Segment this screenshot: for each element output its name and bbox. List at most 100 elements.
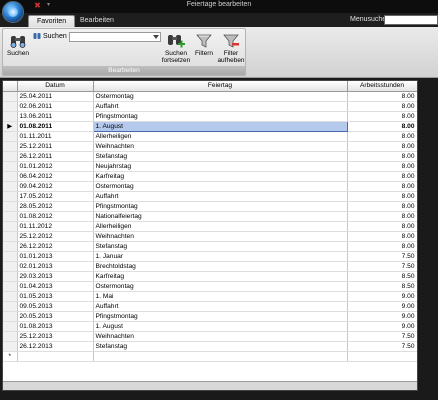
cell-arbeitsstunden[interactable]: 8.50: [347, 281, 417, 292]
table-row[interactable]: 01.11.2012 Allerheiligen 8.00: [3, 221, 417, 232]
suchen-button[interactable]: Suchen: [5, 33, 31, 57]
row-selector[interactable]: [3, 331, 18, 342]
table-row[interactable]: 02.06.2011 Auffahrt 8.00: [3, 101, 417, 112]
row-selector[interactable]: [3, 171, 18, 182]
cell-datum[interactable]: 01.11.2011: [17, 131, 94, 142]
new-row[interactable]: *: [3, 351, 417, 362]
table-row[interactable]: 01.11.2011 Allerheiligen 8.00: [3, 131, 417, 142]
close-icon[interactable]: ✖: [33, 1, 42, 10]
cell-feiertag[interactable]: Stefanstag: [93, 241, 348, 252]
table-row[interactable]: 01.05.2013 1. Mai 9.00: [3, 291, 417, 302]
cell-feiertag[interactable]: Karfreitag: [93, 171, 348, 182]
row-selector[interactable]: [3, 301, 18, 312]
table-row[interactable]: 02.01.2013 Brechtoldstag 7.50: [3, 261, 417, 272]
cell-feiertag[interactable]: Stefanstag: [93, 151, 348, 162]
cell-datum[interactable]: 20.05.2013: [17, 311, 94, 322]
cell-feiertag[interactable]: Karfreitag: [93, 271, 348, 282]
row-selector[interactable]: [3, 201, 18, 212]
table-row[interactable]: 25.12.2013 Weihnachten 7.50: [3, 331, 417, 342]
row-selector[interactable]: [3, 271, 18, 282]
row-selector[interactable]: [3, 101, 18, 112]
cell-datum[interactable]: 13.06.2011: [17, 111, 94, 122]
cell-datum[interactable]: 25.04.2011: [17, 91, 94, 102]
table-row[interactable]: 01.01.2013 1. Januar 7.50: [3, 251, 417, 262]
cell-feiertag[interactable]: Allerheiligen: [93, 131, 348, 142]
cell-arbeitsstunden[interactable]: 8.00: [347, 111, 417, 122]
table-row[interactable]: ▶ 01.08.2011 1. August 8.00: [3, 120, 417, 132]
cell-feiertag[interactable]: Pfingstmontag: [93, 201, 348, 212]
tab-bearbeiten[interactable]: Bearbeiten: [72, 15, 122, 27]
cell-arbeitsstunden[interactable]: 8.00: [347, 101, 417, 112]
table-row[interactable]: 01.08.2013 1. August 9.00: [3, 321, 417, 332]
cell-datum[interactable]: 25.12.2011: [17, 141, 94, 152]
cell-datum[interactable]: 06.04.2012: [17, 171, 94, 182]
row-selector[interactable]: [3, 321, 18, 332]
cell-arbeitsstunden[interactable]: 9.00: [347, 291, 417, 302]
new-row-cell[interactable]: [17, 351, 94, 362]
table-row[interactable]: 29.03.2013 Karfreitag 8.50: [3, 271, 417, 282]
cell-feiertag[interactable]: Auffahrt: [93, 191, 348, 202]
menusuche-input[interactable]: [384, 15, 438, 25]
row-selector[interactable]: [3, 251, 18, 262]
filtern-button[interactable]: Filtern: [192, 33, 216, 57]
suchen-fortsetzen-button[interactable]: Suchen fortsetzen: [161, 33, 191, 64]
cell-datum[interactable]: 01.04.2013: [17, 281, 94, 292]
cell-feiertag[interactable]: Ostermontag: [93, 181, 348, 192]
cell-feiertag[interactable]: Auffahrt: [93, 101, 348, 112]
table-row[interactable]: 01.08.2012 Nationalfeiertag 8.00: [3, 211, 417, 222]
table-row[interactable]: 26.12.2013 Stefanstag 7.50: [3, 341, 417, 352]
cell-arbeitsstunden[interactable]: 8.00: [347, 131, 417, 142]
cell-arbeitsstunden[interactable]: 8.00: [347, 241, 417, 252]
table-row[interactable]: 28.05.2012 Pfingstmontag 8.00: [3, 201, 417, 212]
cell-feiertag[interactable]: Allerheiligen: [93, 221, 348, 232]
cell-feiertag[interactable]: Weihnachten: [93, 331, 348, 342]
cell-datum[interactable]: 01.08.2012: [17, 211, 94, 222]
row-selector[interactable]: [3, 141, 18, 152]
table-row[interactable]: 09.05.2013 Auffahrt 9.00: [3, 301, 417, 312]
filter-aufheben-button[interactable]: Filter aufheben: [217, 33, 245, 64]
table-row[interactable]: 01.04.2013 Ostermontag 8.50: [3, 281, 417, 292]
row-selector[interactable]: [3, 281, 18, 292]
row-selector[interactable]: ▶: [3, 121, 18, 132]
row-selector[interactable]: [3, 181, 18, 192]
horizontal-scrollbar[interactable]: [3, 381, 417, 390]
table-row[interactable]: 20.05.2013 Pfingstmontag 9.00: [3, 311, 417, 322]
row-selector[interactable]: [3, 211, 18, 222]
column-header-arbeitsstunden[interactable]: Arbeitsstunden: [347, 81, 417, 92]
cell-arbeitsstunden[interactable]: 8.00: [347, 221, 417, 232]
search-combobox[interactable]: [69, 32, 161, 42]
row-selector[interactable]: [3, 191, 18, 202]
row-selector[interactable]: [3, 241, 18, 252]
cell-datum[interactable]: 02.06.2011: [17, 101, 94, 112]
table-row[interactable]: 17.05.2012 Auffahrt 8.00: [3, 191, 417, 202]
cell-arbeitsstunden[interactable]: 7.50: [347, 331, 417, 342]
cell-feiertag[interactable]: 1. Januar: [93, 251, 348, 262]
cell-datum[interactable]: 01.05.2013: [17, 291, 94, 302]
cell-arbeitsstunden[interactable]: 7.50: [347, 261, 417, 272]
cell-feiertag[interactable]: Auffahrt: [93, 301, 348, 312]
dropdown-arrow-icon[interactable]: [153, 35, 159, 39]
cell-feiertag[interactable]: Pfingstmontag: [93, 111, 348, 122]
cell-feiertag[interactable]: Nationalfeiertag: [93, 211, 348, 222]
cell-datum[interactable]: 28.05.2012: [17, 201, 94, 212]
table-row[interactable]: 26.12.2012 Stefanstag 8.00: [3, 241, 417, 252]
chevron-down-icon[interactable]: ▾: [44, 1, 53, 10]
cell-arbeitsstunden[interactable]: 8.00: [347, 211, 417, 222]
cell-feiertag[interactable]: 1. Mai: [93, 291, 348, 302]
row-selector[interactable]: [3, 231, 18, 242]
cell-arbeitsstunden[interactable]: 8.00: [347, 181, 417, 192]
cell-datum[interactable]: 01.01.2012: [17, 161, 94, 172]
cell-arbeitsstunden[interactable]: 8.00: [347, 91, 417, 102]
column-header-datum[interactable]: Datum: [17, 81, 94, 92]
cell-arbeitsstunden[interactable]: 8.00: [347, 201, 417, 212]
row-selector[interactable]: [3, 341, 18, 352]
row-selector[interactable]: [3, 131, 18, 142]
cell-feiertag[interactable]: Weihnachten: [93, 141, 348, 152]
cell-arbeitsstunden[interactable]: 8.00: [347, 191, 417, 202]
cell-datum[interactable]: 25.12.2013: [17, 331, 94, 342]
cell-datum[interactable]: 26.12.2011: [17, 151, 94, 162]
cell-arbeitsstunden[interactable]: 7.50: [347, 341, 417, 352]
application-menu-button[interactable]: [2, 1, 24, 23]
cell-feiertag[interactable]: Neujahrstag: [93, 161, 348, 172]
row-selector[interactable]: [3, 261, 18, 272]
